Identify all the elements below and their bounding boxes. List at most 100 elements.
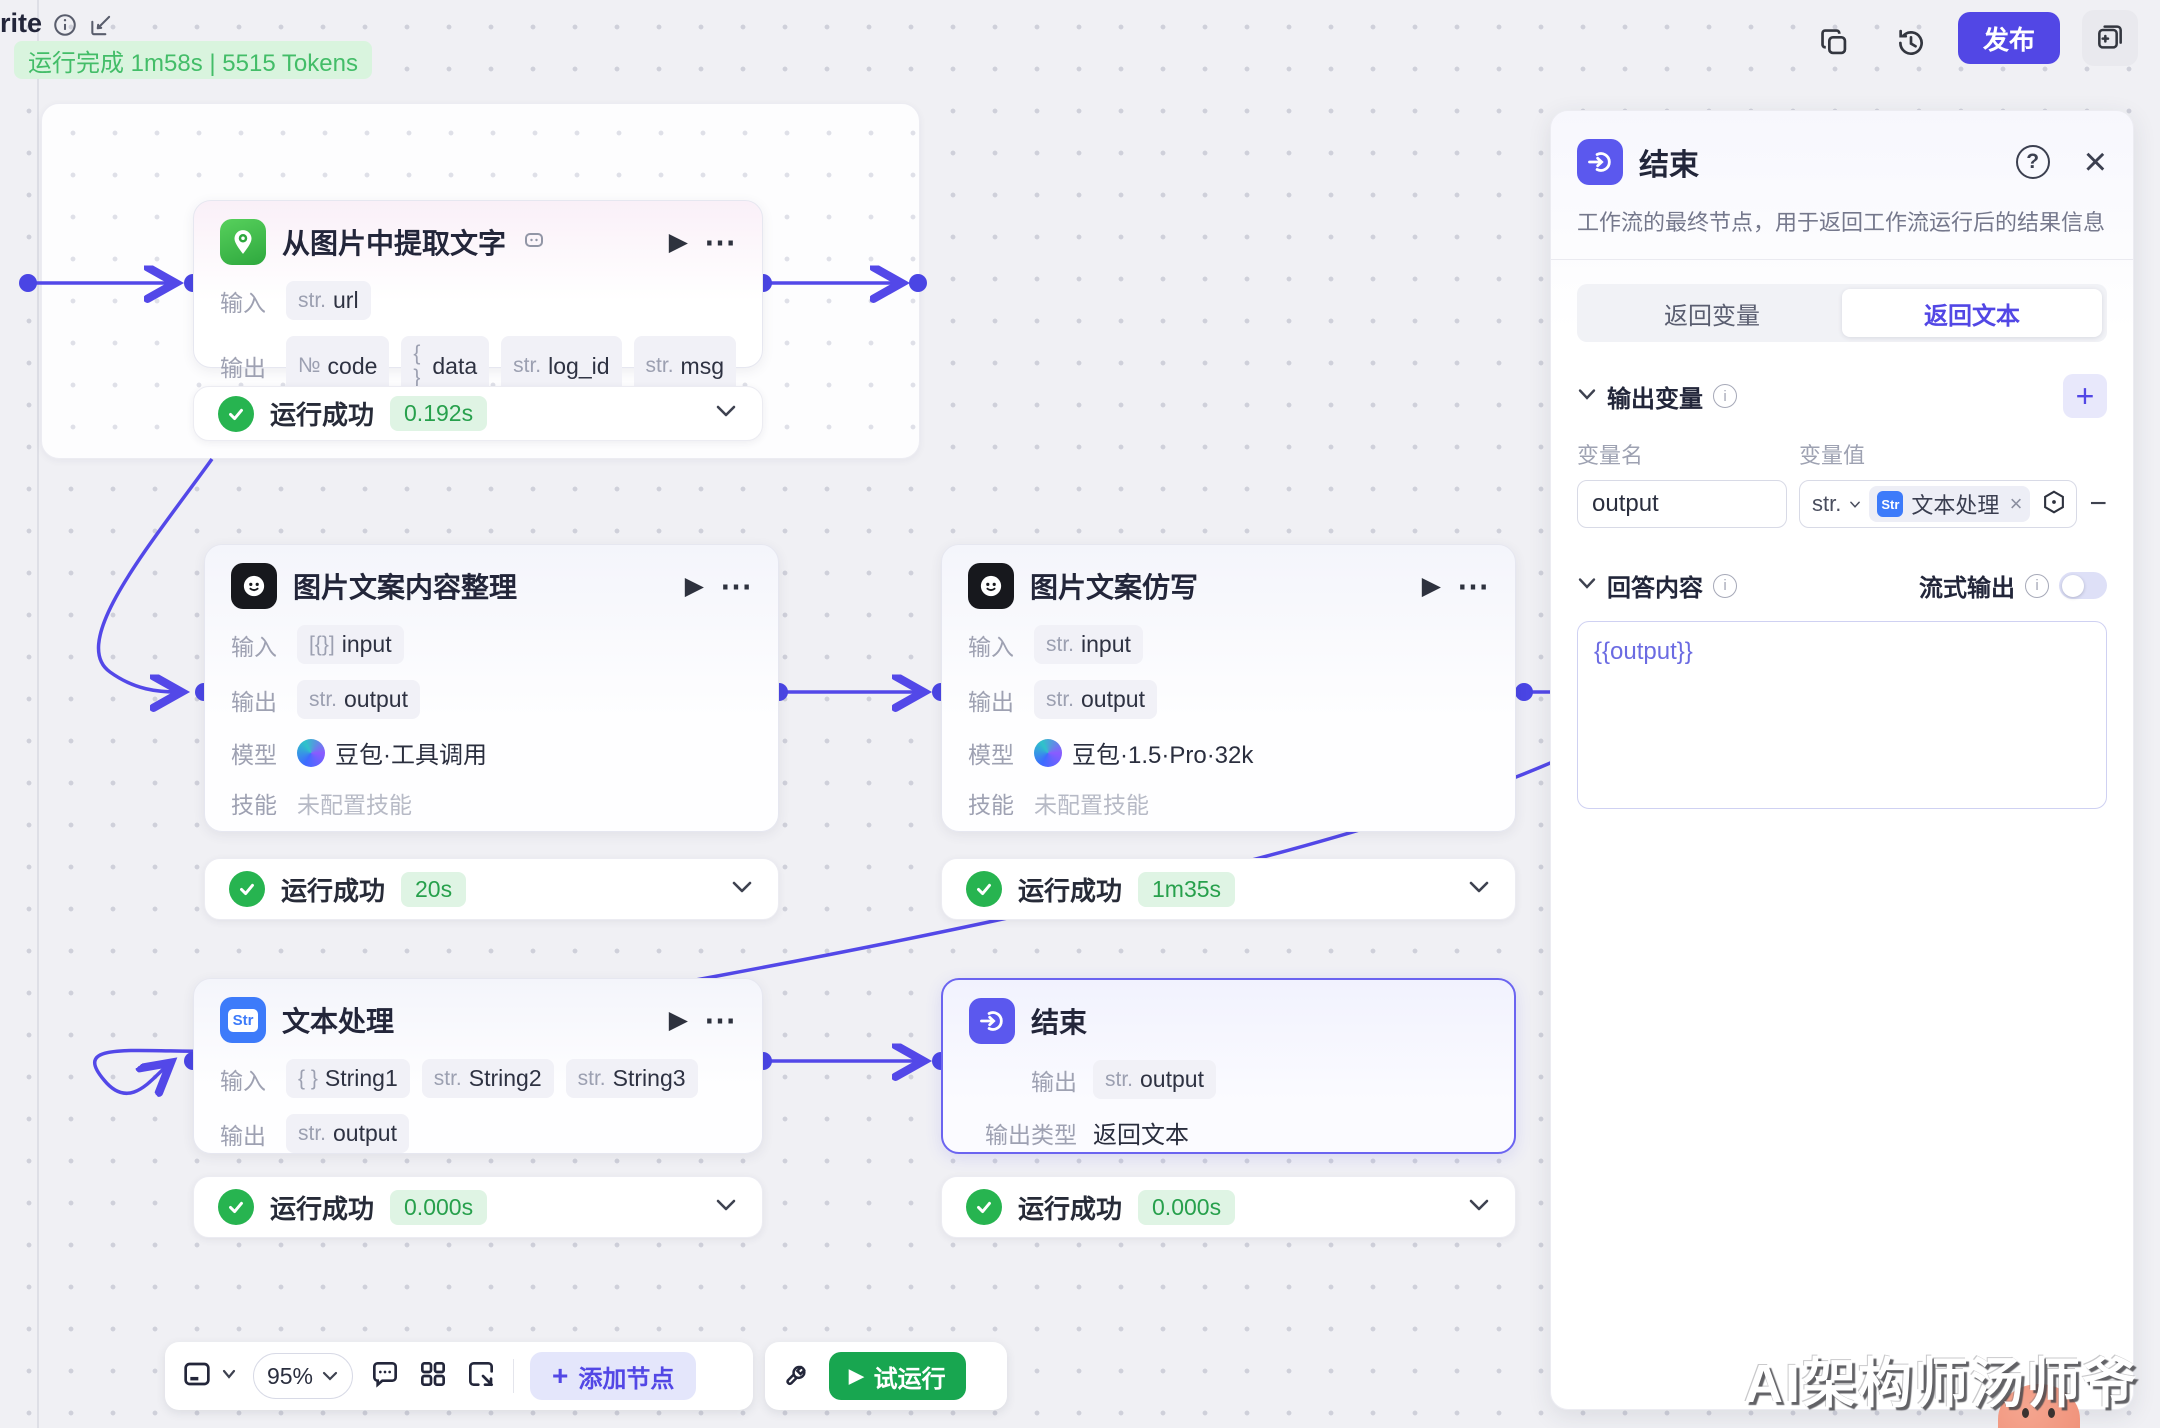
help-icon[interactable]: ? <box>2016 145 2050 179</box>
chevron-down-icon[interactable] <box>1577 387 1597 406</box>
open-panel-icon-button[interactable] <box>2082 10 2138 66</box>
var-column-labels: 变量名 变量值 <box>1577 438 2107 470</box>
chevron-down-icon[interactable] <box>1467 879 1491 900</box>
info-icon[interactable]: i <box>1713 574 1737 598</box>
node-text-process[interactable]: Str 文本处理 ▶ ⋯ 输入 { }String1 str.String2 s… <box>193 978 763 1154</box>
node-organize[interactable]: 图片文案内容整理 ▶ ⋯ 输入 [{}]input 输出 str.output … <box>204 544 779 832</box>
zoom-select[interactable]: 95% <box>253 1353 353 1399</box>
node-imitate[interactable]: 图片文案仿写 ▶ ⋯ 输入 str.input 输出 str.output 模型… <box>941 544 1516 832</box>
output-vars-section-header: 输出变量 i + <box>1577 374 2107 418</box>
publish-button[interactable]: 发布 <box>1958 12 2060 64</box>
port-imitate-out[interactable] <box>1515 683 1533 701</box>
run-time-badge: 0.192s <box>390 396 487 431</box>
var-name-input[interactable] <box>1577 480 1787 528</box>
plugin-badge-icon <box>522 228 546 257</box>
status-bar-imitate[interactable]: 运行成功 1m35s <box>941 858 1516 920</box>
chevron-down-icon[interactable] <box>714 403 738 424</box>
node-input-row: 输入 str.input <box>968 625 1489 664</box>
ocr-plugin-icon <box>220 219 266 265</box>
chevron-down-icon[interactable] <box>1577 576 1597 595</box>
run-time-badge: 0.000s <box>1138 1190 1235 1225</box>
add-node-button[interactable]: + 添加节点 <box>530 1352 696 1400</box>
node-end[interactable]: 结束 输出 str.output 输出类型 返回文本 <box>941 978 1516 1154</box>
run-complete-badge: 运行完成 1m58s | 5515 Tokens <box>14 41 372 79</box>
port-entry[interactable] <box>19 274 37 292</box>
status-bar-extract[interactable]: 运行成功 0.192s <box>193 386 763 441</box>
text-process-icon: Str <box>1877 491 1903 517</box>
doubao-model-icon <box>297 739 325 767</box>
param-tag: str.url <box>286 281 371 320</box>
test-run-button[interactable]: ▶ 试运行 <box>829 1352 966 1400</box>
node-title: 结束 <box>1031 1001 1087 1041</box>
info-icon[interactable]: i <box>2025 574 2049 598</box>
minimap-chevron-icon[interactable] <box>221 1367 237 1385</box>
success-check-icon <box>966 871 1002 907</box>
run-node-button[interactable]: ▶ <box>669 227 688 257</box>
param-tag: str.String2 <box>422 1059 554 1098</box>
node-input-row: 输入 { }String1 str.String2 str.String3 <box>220 1059 736 1098</box>
chevron-down-icon[interactable] <box>730 879 754 900</box>
run-node-button[interactable]: ▶ <box>669 1005 688 1035</box>
end-node-icon <box>1577 139 1623 185</box>
node-title: 从图片中提取文字 <box>282 222 506 262</box>
success-check-icon <box>966 1189 1002 1225</box>
remove-ref-icon[interactable]: × <box>2010 491 2023 517</box>
tab-return-variables[interactable]: 返回变量 <box>1582 289 1842 337</box>
status-bar-end[interactable]: 运行成功 0.000s <box>941 1176 1516 1238</box>
info-icon[interactable]: i <box>1713 384 1737 408</box>
workflow-editor: 从图片中提取文字 ▶ ⋯ 输入 str.url 输出 № <box>0 0 2160 1428</box>
var-ref-chip[interactable]: Str 文本处理 - o... × <box>1869 486 2030 522</box>
edit-title-icon[interactable] <box>88 12 114 43</box>
status-bar-organize[interactable]: 运行成功 20s <box>204 858 779 920</box>
answer-section-header: 回答内容 i 流式输出 i <box>1577 568 2107 603</box>
close-icon[interactable]: × <box>2084 145 2107 179</box>
wrench-icon[interactable] <box>783 1359 813 1394</box>
info-icon[interactable] <box>52 12 78 43</box>
node-input-row: 输入 str.url <box>220 281 736 320</box>
param-tag: str.String3 <box>566 1059 698 1098</box>
param-tag: str.output <box>1093 1060 1216 1099</box>
node-title: 文本处理 <box>282 1000 394 1040</box>
status-bar-text-process[interactable]: 运行成功 0.000s <box>193 1176 763 1238</box>
node-more-menu[interactable]: ⋯ <box>720 576 752 596</box>
node-output-row: 输出 str.output <box>231 680 752 719</box>
output-var-row: str. Str 文本处理 - o... × − <box>1577 480 2107 528</box>
answer-content-textarea[interactable]: {{output}} <box>1577 621 2107 809</box>
run-node-button[interactable]: ▶ <box>1422 571 1441 601</box>
param-tag: [{}]input <box>297 625 404 664</box>
end-node-config-panel: 结束 ? × 工作流的最终节点，用于返回工作流运行后的结果信息 返回变量 返回文… <box>1550 110 2134 1410</box>
add-output-var-button[interactable]: + <box>2063 374 2107 418</box>
param-tag: str.input <box>1034 625 1143 664</box>
chevron-down-icon[interactable] <box>714 1197 738 1218</box>
export-canvas-icon[interactable] <box>465 1358 497 1395</box>
node-skill-row: 技能 未配置技能 <box>968 786 1489 820</box>
edge-extract-to-organize <box>99 459 212 692</box>
node-extract-text[interactable]: 从图片中提取文字 ▶ ⋯ 输入 str.url 输出 № <box>193 200 763 368</box>
auto-layout-icon[interactable] <box>417 1358 449 1395</box>
node-model-row: 模型 豆包·1.5·Pro·32k <box>968 735 1489 770</box>
remove-var-button[interactable]: − <box>2089 487 2107 521</box>
node-output-row: 输出 str.output <box>968 680 1489 719</box>
settings-hexagon-icon[interactable] <box>2040 488 2068 521</box>
node-title: 图片文案仿写 <box>1030 566 1198 606</box>
panel-description: 工作流的最终节点，用于返回工作流运行后的结果信息 <box>1577 205 2107 237</box>
node-more-menu[interactable]: ⋯ <box>704 232 736 252</box>
copy-icon[interactable] <box>1818 26 1852 65</box>
stream-output-toggle[interactable] <box>2059 572 2107 599</box>
minimap-icon[interactable] <box>181 1358 213 1395</box>
window-plus-icon <box>2094 22 2126 54</box>
history-icon[interactable] <box>1894 26 1928 65</box>
run-time-badge: 1m35s <box>1138 872 1235 907</box>
comment-icon[interactable] <box>369 1358 401 1395</box>
panel-title: 结束 <box>1639 140 2000 184</box>
node-more-menu[interactable]: ⋯ <box>1457 576 1489 596</box>
param-tag: str.output <box>1034 680 1157 719</box>
tab-return-text[interactable]: 返回文本 <box>1842 289 2102 337</box>
run-node-button[interactable]: ▶ <box>685 571 704 601</box>
success-check-icon <box>218 396 254 432</box>
panel-divider <box>1551 259 2133 260</box>
node-more-menu[interactable]: ⋯ <box>704 1010 736 1030</box>
chevron-down-icon[interactable] <box>1467 1197 1491 1218</box>
var-value-control[interactable]: str. Str 文本处理 - o... × <box>1799 480 2077 528</box>
toolbar-divider <box>513 1359 514 1393</box>
